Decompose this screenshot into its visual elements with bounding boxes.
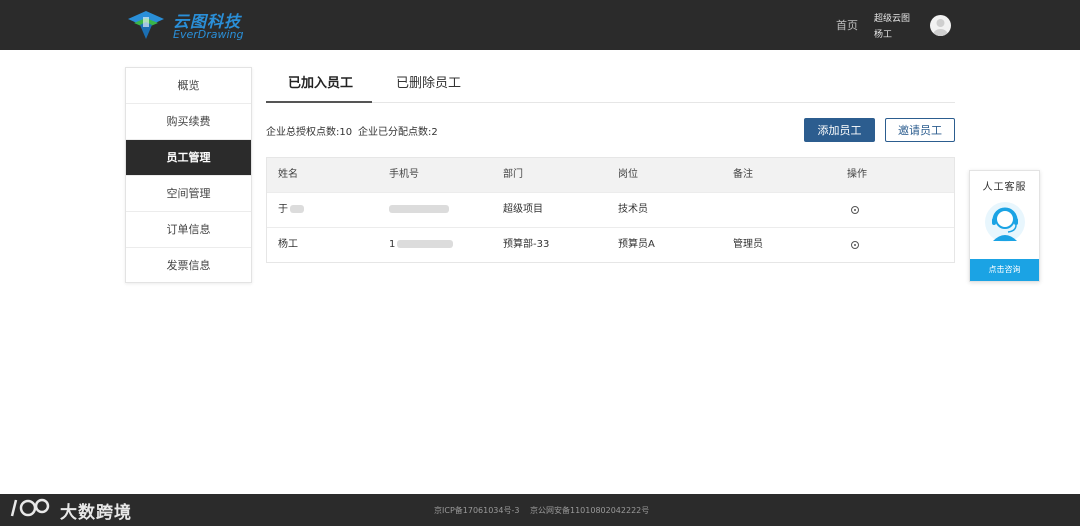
watermark-logo-icon bbox=[10, 498, 50, 517]
column-header-name: 姓名 bbox=[278, 169, 298, 180]
column-header-note: 备注 bbox=[733, 169, 753, 180]
customer-service-title: 人工客服 bbox=[982, 182, 1027, 193]
sidebar-item-invoices[interactable]: 发票信息 bbox=[126, 248, 251, 284]
staff-table: 姓名 手机号 部门 岗位 备注 操作 于 超级项目 技术员 杨工 1 预算部-3… bbox=[266, 157, 955, 263]
user-name[interactable]: 杨工 bbox=[874, 27, 892, 40]
column-header-phone: 手机号 bbox=[389, 169, 419, 180]
active-tab-indicator bbox=[266, 101, 372, 103]
redacted-name bbox=[290, 205, 304, 213]
cell-dept: 超级项目 bbox=[503, 204, 543, 215]
table-row[interactable]: 于 超级项目 技术员 bbox=[267, 192, 954, 227]
name-text: 于 bbox=[278, 204, 288, 215]
tab-deleted-staff[interactable]: 已删除员工 bbox=[396, 72, 461, 91]
redacted-phone bbox=[397, 240, 454, 248]
cell-phone bbox=[389, 193, 449, 227]
cell-position: 预算员A bbox=[618, 239, 655, 250]
cell-name: 于 bbox=[278, 193, 304, 227]
avatar[interactable] bbox=[930, 15, 951, 36]
watermark-text: 大数跨境 bbox=[60, 503, 132, 523]
add-staff-button[interactable]: 添加员工 bbox=[804, 118, 875, 142]
row-options-icon[interactable] bbox=[851, 241, 859, 249]
column-header-dept: 部门 bbox=[503, 169, 523, 180]
table-row[interactable]: 杨工 1 预算部-33 预算员A 管理员 bbox=[267, 227, 954, 262]
redacted-phone bbox=[389, 205, 449, 213]
public-security-record-link[interactable]: 京公网安备11010802042222号 bbox=[530, 505, 649, 516]
sidebar-item-orders[interactable]: 订单信息 bbox=[126, 212, 251, 248]
licensed-points: 企业总授权点数:10 bbox=[266, 127, 353, 138]
sidebar-item-purchase[interactable]: 购买续费 bbox=[126, 104, 251, 140]
footer: 京ICP备17061034号-3 京公网安备11010802042222号 bbox=[0, 494, 1080, 526]
phone-text: 1 bbox=[389, 239, 396, 250]
cell-phone: 1 bbox=[389, 228, 454, 262]
column-header-position: 岗位 bbox=[618, 169, 638, 180]
headset-agent-icon bbox=[985, 202, 1025, 242]
cell-name: 杨工 bbox=[278, 239, 298, 250]
row-options-icon[interactable] bbox=[851, 206, 859, 214]
column-header-actions: 操作 bbox=[847, 169, 867, 180]
sidebar-item-staff[interactable]: 员工管理 bbox=[126, 140, 251, 176]
logo-text-en: EverDrawing bbox=[173, 28, 244, 41]
sidebar-item-overview[interactable]: 概览 bbox=[126, 68, 251, 104]
consult-button[interactable]: 点击咨询 bbox=[970, 259, 1039, 281]
cell-dept: 预算部-33 bbox=[503, 239, 550, 250]
user-company-name[interactable]: 超级云图 bbox=[874, 11, 910, 24]
icp-license-link[interactable]: 京ICP备17061034号-3 bbox=[434, 505, 519, 516]
sidebar-item-space[interactable]: 空间管理 bbox=[126, 176, 251, 212]
watermark: 大数跨境 bbox=[8, 494, 148, 523]
nav-home-link[interactable]: 首页 bbox=[836, 17, 858, 33]
customer-service-widget: 人工客服 点击咨询 bbox=[969, 170, 1040, 282]
staff-tabs: 已加入员工 已删除员工 bbox=[266, 62, 955, 103]
avatar-icon bbox=[933, 19, 948, 36]
invite-staff-button[interactable]: 邀请员工 bbox=[885, 118, 955, 142]
assigned-points: 企业已分配点数:2 bbox=[358, 127, 438, 138]
everdrawing-logo-icon bbox=[128, 11, 164, 39]
tab-joined-staff[interactable]: 已加入员工 bbox=[288, 72, 353, 91]
cell-note: 管理员 bbox=[733, 239, 763, 250]
top-navbar: 云图科技 EverDrawing 首页 超级云图 杨工 bbox=[0, 0, 1080, 50]
sidebar-menu: 概览 购买续费 员工管理 空间管理 订单信息 发票信息 bbox=[125, 67, 252, 283]
table-header: 姓名 手机号 部门 岗位 备注 操作 bbox=[267, 158, 954, 192]
logo[interactable]: 云图科技 EverDrawing bbox=[126, 7, 256, 43]
cell-position: 技术员 bbox=[618, 204, 648, 215]
